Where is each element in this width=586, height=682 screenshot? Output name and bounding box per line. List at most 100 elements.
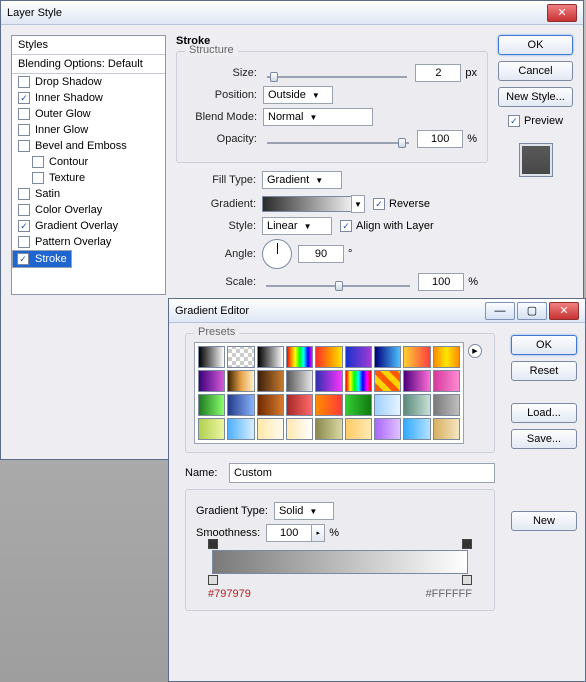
- style-row-satin[interactable]: Satin: [12, 186, 165, 202]
- ge-ok-button[interactable]: OK: [511, 335, 577, 355]
- preset-swatch[interactable]: [374, 418, 401, 440]
- preset-swatch[interactable]: [286, 370, 313, 392]
- ge-reset-button[interactable]: Reset: [511, 361, 577, 381]
- style-checkbox[interactable]: ✓: [17, 253, 29, 265]
- preset-swatch[interactable]: [345, 370, 372, 392]
- close-icon[interactable]: ✕: [547, 4, 577, 22]
- size-slider[interactable]: [263, 70, 415, 76]
- preset-swatch[interactable]: [198, 394, 225, 416]
- presets-menu-icon[interactable]: ▶: [468, 344, 482, 358]
- align-checkbox[interactable]: ✓: [340, 220, 352, 232]
- scale-input[interactable]: [418, 273, 464, 291]
- close-icon[interactable]: ✕: [549, 302, 579, 320]
- preset-swatch[interactable]: [286, 394, 313, 416]
- style-checkbox[interactable]: [18, 108, 30, 120]
- preset-swatch[interactable]: [198, 370, 225, 392]
- scale-slider[interactable]: [262, 279, 418, 285]
- cancel-button[interactable]: Cancel: [498, 61, 573, 81]
- opacity-slider[interactable]: [263, 136, 417, 142]
- ok-button[interactable]: OK: [498, 35, 573, 55]
- style-row-stroke[interactable]: ✓Stroke: [12, 250, 72, 268]
- gradient-track[interactable]: [212, 550, 468, 574]
- angle-input[interactable]: [298, 245, 344, 263]
- preset-swatch[interactable]: [403, 370, 430, 392]
- blendmode-select[interactable]: Normal▼: [263, 108, 373, 126]
- smoothness-input[interactable]: [266, 524, 312, 542]
- new-style-button[interactable]: New Style...: [498, 87, 573, 107]
- opacity-input[interactable]: [417, 130, 463, 148]
- preset-swatch[interactable]: [403, 394, 430, 416]
- style-row-bevel-and-emboss[interactable]: Bevel and Emboss: [12, 138, 165, 154]
- style-row-gradient-overlay[interactable]: ✓Gradient Overlay: [12, 218, 165, 234]
- preset-swatch[interactable]: [374, 370, 401, 392]
- preset-swatch[interactable]: [227, 418, 254, 440]
- preset-swatch[interactable]: [227, 394, 254, 416]
- preset-swatch[interactable]: [315, 370, 342, 392]
- maximize-icon[interactable]: ▢: [517, 302, 547, 320]
- style-row-pattern-overlay[interactable]: Pattern Overlay: [12, 234, 165, 250]
- smoothness-menu-icon[interactable]: ▸: [311, 524, 325, 542]
- opacity-stop-left[interactable]: [208, 539, 218, 549]
- preset-swatch[interactable]: [227, 370, 254, 392]
- preset-swatch[interactable]: [286, 346, 313, 368]
- preset-swatch[interactable]: [257, 394, 284, 416]
- color-stop-left[interactable]: [208, 575, 218, 585]
- preset-swatch[interactable]: [433, 370, 460, 392]
- preview-checkbox[interactable]: ✓: [508, 115, 520, 127]
- preset-swatch[interactable]: [257, 370, 284, 392]
- minimize-icon[interactable]: —: [485, 302, 515, 320]
- style-row-texture[interactable]: Texture: [12, 170, 165, 186]
- ge-new-button[interactable]: New: [511, 511, 577, 531]
- preset-swatch[interactable]: [257, 346, 284, 368]
- style-row-contour[interactable]: Contour: [12, 154, 165, 170]
- preset-swatch[interactable]: [315, 394, 342, 416]
- preset-swatch[interactable]: [374, 346, 401, 368]
- preset-swatch[interactable]: [286, 418, 313, 440]
- preset-swatch[interactable]: [345, 394, 372, 416]
- style-row-drop-shadow[interactable]: Drop Shadow: [12, 74, 165, 90]
- preset-swatch[interactable]: [315, 418, 342, 440]
- preset-swatch[interactable]: [198, 418, 225, 440]
- style-row-inner-shadow[interactable]: ✓Inner Shadow: [12, 90, 165, 106]
- preset-swatch[interactable]: [315, 346, 342, 368]
- style-row-inner-glow[interactable]: Inner Glow: [12, 122, 165, 138]
- preset-swatch[interactable]: [345, 418, 372, 440]
- preset-swatch[interactable]: [403, 418, 430, 440]
- angle-wheel[interactable]: [262, 239, 292, 269]
- blending-options-row[interactable]: Blending Options: Default: [12, 55, 165, 74]
- gradient-preview[interactable]: [262, 196, 352, 212]
- style-select[interactable]: Linear▼: [262, 217, 332, 235]
- ls-titlebar[interactable]: Layer Style ✕: [1, 1, 583, 25]
- filltype-select[interactable]: Gradient▼: [262, 171, 342, 189]
- style-checkbox[interactable]: [18, 76, 30, 88]
- style-checkbox[interactable]: [18, 140, 30, 152]
- reverse-checkbox[interactable]: ✓: [373, 198, 385, 210]
- preset-swatch[interactable]: [433, 418, 460, 440]
- position-select[interactable]: Outside▼: [263, 86, 333, 104]
- style-row-color-overlay[interactable]: Color Overlay: [12, 202, 165, 218]
- style-checkbox[interactable]: ✓: [18, 92, 30, 104]
- style-row-outer-glow[interactable]: Outer Glow: [12, 106, 165, 122]
- preset-swatch[interactable]: [227, 346, 254, 368]
- ge-save-button[interactable]: Save...: [511, 429, 577, 449]
- preset-swatch[interactable]: [403, 346, 430, 368]
- ge-titlebar[interactable]: Gradient Editor — ▢ ✕: [169, 299, 585, 323]
- preset-swatch[interactable]: [345, 346, 372, 368]
- style-checkbox[interactable]: [18, 236, 30, 248]
- opacity-stop-right[interactable]: [462, 539, 472, 549]
- style-checkbox[interactable]: [18, 188, 30, 200]
- preset-swatch[interactable]: [374, 394, 401, 416]
- style-checkbox[interactable]: [18, 204, 30, 216]
- name-input[interactable]: [229, 463, 495, 483]
- preset-swatch[interactable]: [257, 418, 284, 440]
- ge-load-button[interactable]: Load...: [511, 403, 577, 423]
- gradient-dropdown[interactable]: ▼: [351, 195, 365, 213]
- style-checkbox[interactable]: [18, 124, 30, 136]
- gradient-type-select[interactable]: Solid▼: [274, 502, 334, 520]
- style-checkbox[interactable]: ✓: [18, 220, 30, 232]
- style-checkbox[interactable]: [32, 172, 44, 184]
- styles-header[interactable]: Styles: [12, 36, 165, 55]
- preset-swatch[interactable]: [433, 394, 460, 416]
- preset-swatch[interactable]: [198, 346, 225, 368]
- preset-swatch[interactable]: [433, 346, 460, 368]
